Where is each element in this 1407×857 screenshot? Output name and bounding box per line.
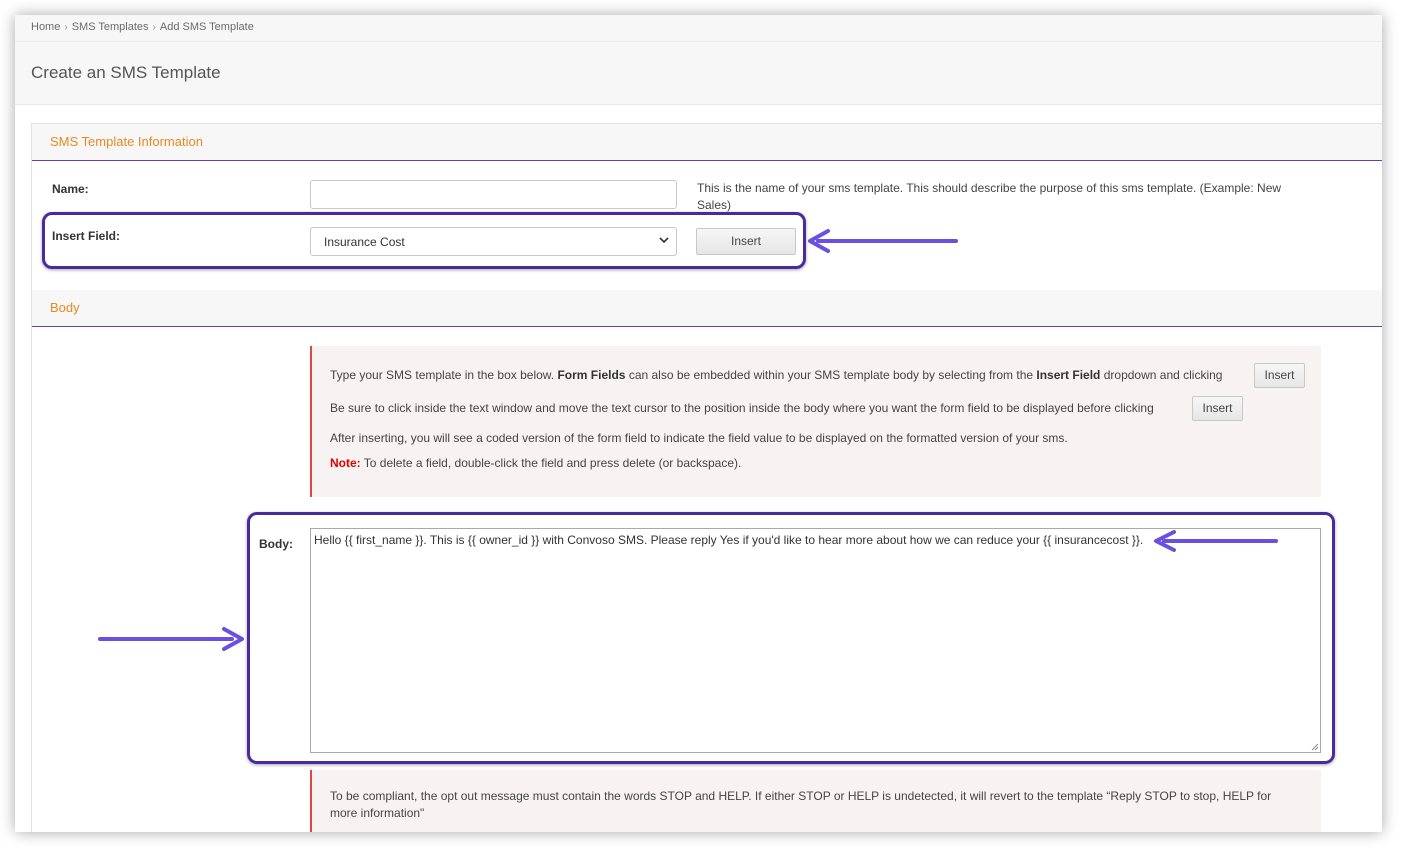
annotation-arrows [98, 229, 1278, 651]
arrow-left-icon [1154, 530, 1278, 552]
arrow-right-icon [98, 627, 244, 651]
arrow-left-icon [808, 229, 958, 253]
